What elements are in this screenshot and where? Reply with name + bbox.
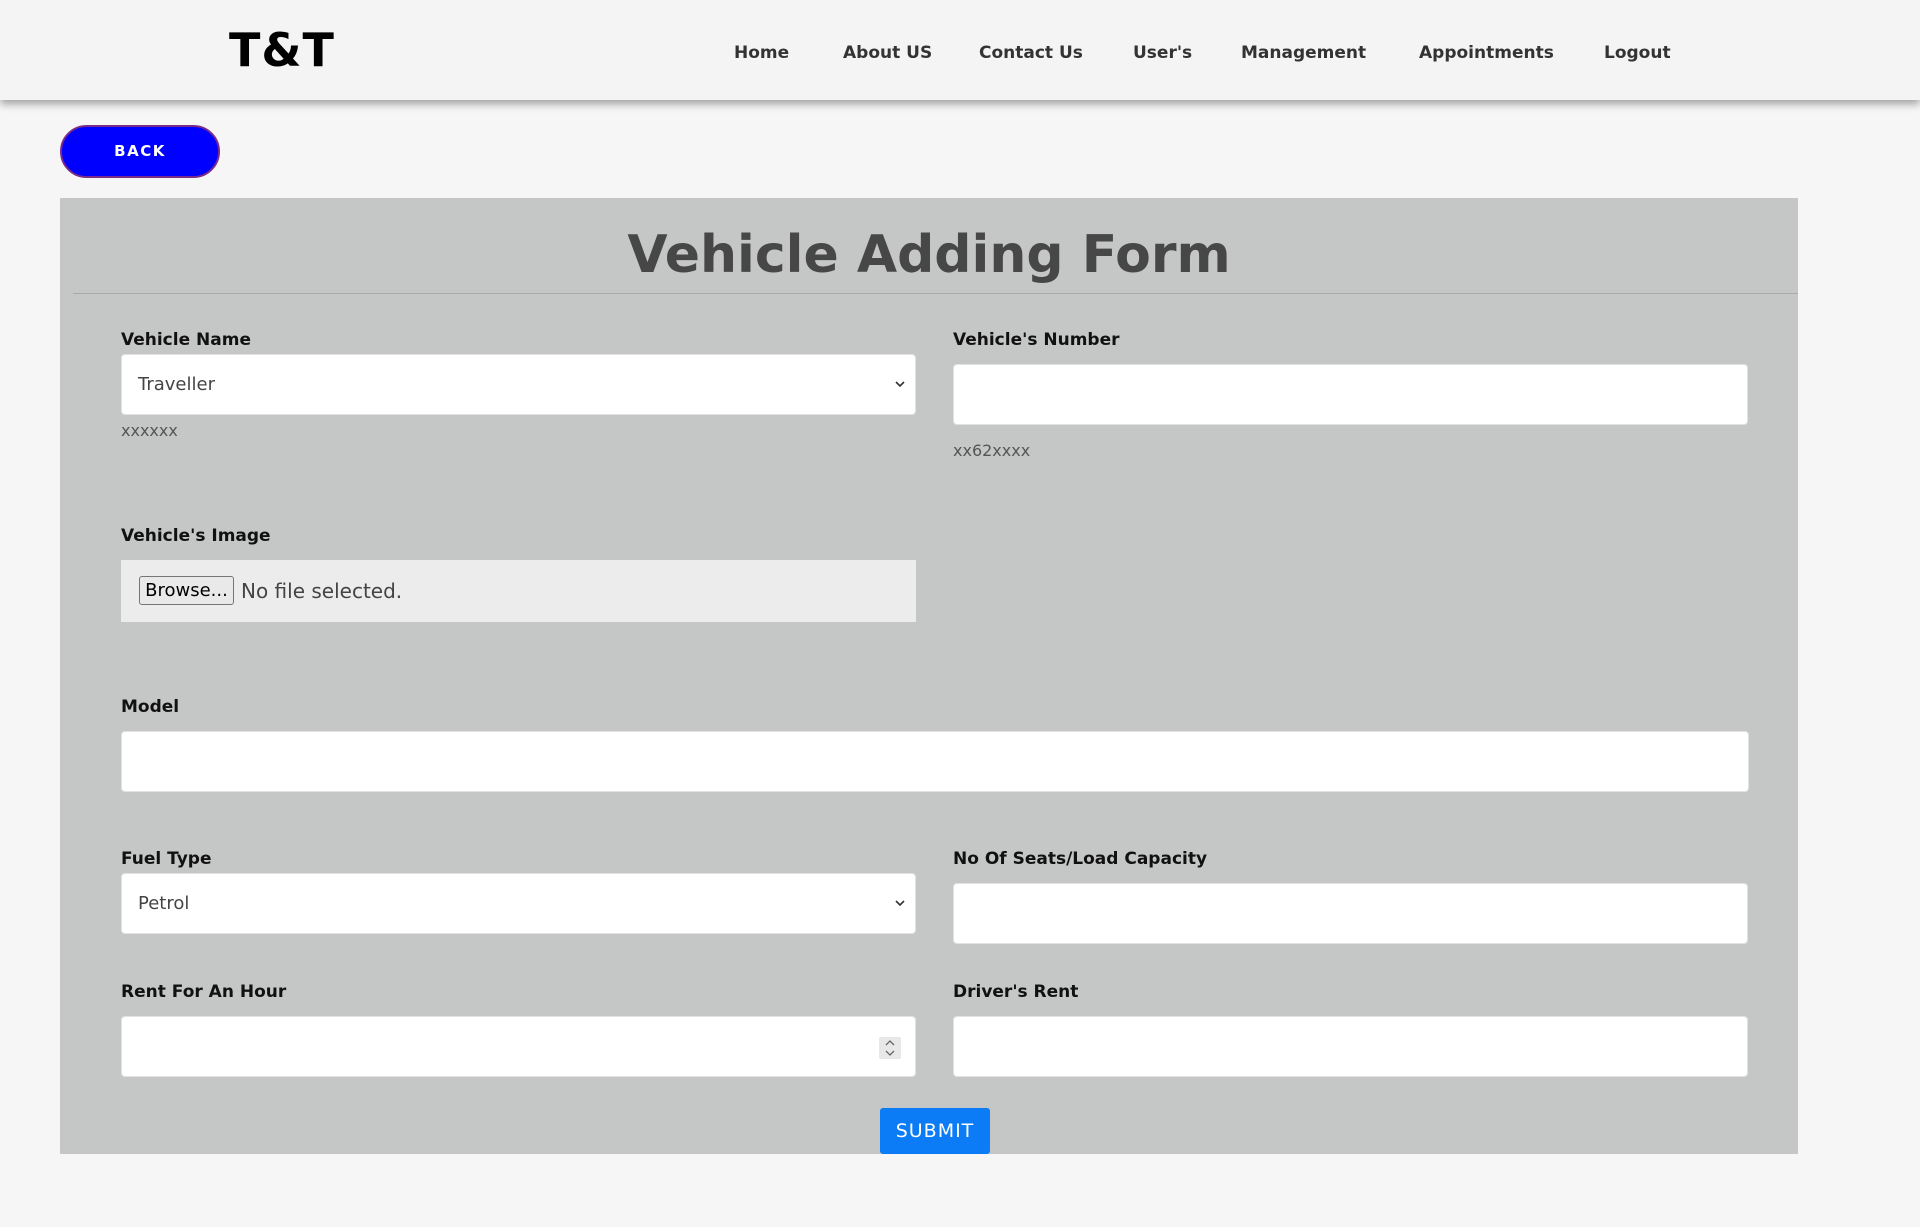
chevron-down-icon — [895, 900, 905, 907]
rent-hour-input[interactable] — [121, 1016, 916, 1077]
nav-link-contact-us[interactable]: Contact Us — [979, 41, 1083, 65]
fuel-type-select[interactable]: Petrol — [121, 873, 916, 934]
title-divider — [73, 293, 1798, 294]
vehicle-name-hint: xxxxxx — [121, 421, 178, 440]
rent-hour-label: Rent For An Hour — [121, 982, 287, 1002]
nav-link-users[interactable]: User's — [1133, 41, 1192, 65]
vehicle-number-hint: xx62xxxx — [953, 441, 1031, 460]
vehicle-name-label: Vehicle Name — [121, 330, 251, 350]
vehicle-name-selected-value: Traveller — [138, 374, 215, 395]
back-button[interactable]: BACK — [60, 125, 220, 178]
seats-capacity-input[interactable] — [953, 883, 1748, 944]
form-title: Vehicle Adding Form — [627, 225, 1231, 285]
chevron-down-icon — [895, 381, 905, 388]
vehicle-number-input[interactable] — [953, 364, 1748, 425]
fuel-type-label: Fuel Type — [121, 849, 212, 869]
file-status-text: No file selected. — [241, 579, 403, 603]
browse-button[interactable]: Browse... — [139, 576, 234, 605]
nav-link-logout[interactable]: Logout — [1604, 41, 1671, 65]
nav-link-home[interactable]: Home — [734, 41, 789, 65]
vehicle-form-panel: Vehicle Adding Form Vehicle Name Travell… — [60, 198, 1798, 1154]
driver-rent-label: Driver's Rent — [953, 982, 1079, 1002]
driver-rent-input[interactable] — [953, 1016, 1748, 1077]
fuel-type-selected-value: Petrol — [138, 893, 190, 914]
nav-links: Home About US Contact Us User's Manageme… — [0, 41, 1920, 65]
model-label: Model — [121, 697, 180, 717]
nav-link-about-us[interactable]: About US — [843, 41, 932, 65]
submit-button[interactable]: SUBMIT — [880, 1108, 990, 1154]
vehicle-image-label: Vehicle's Image — [121, 526, 271, 546]
number-spinner-icon[interactable] — [879, 1037, 901, 1059]
vehicle-number-label: Vehicle's Number — [953, 330, 1120, 350]
top-navbar: T&T Home About US Contact Us User's Mana… — [0, 0, 1920, 100]
nav-link-appointments[interactable]: Appointments — [1419, 41, 1554, 65]
seats-capacity-label: No Of Seats/Load Capacity — [953, 849, 1208, 869]
model-input[interactable] — [121, 731, 1749, 792]
vehicle-name-select[interactable]: Traveller — [121, 354, 916, 415]
vehicle-image-file-input[interactable]: Browse... No file selected. — [121, 560, 916, 622]
nav-link-management[interactable]: Management — [1241, 41, 1366, 65]
